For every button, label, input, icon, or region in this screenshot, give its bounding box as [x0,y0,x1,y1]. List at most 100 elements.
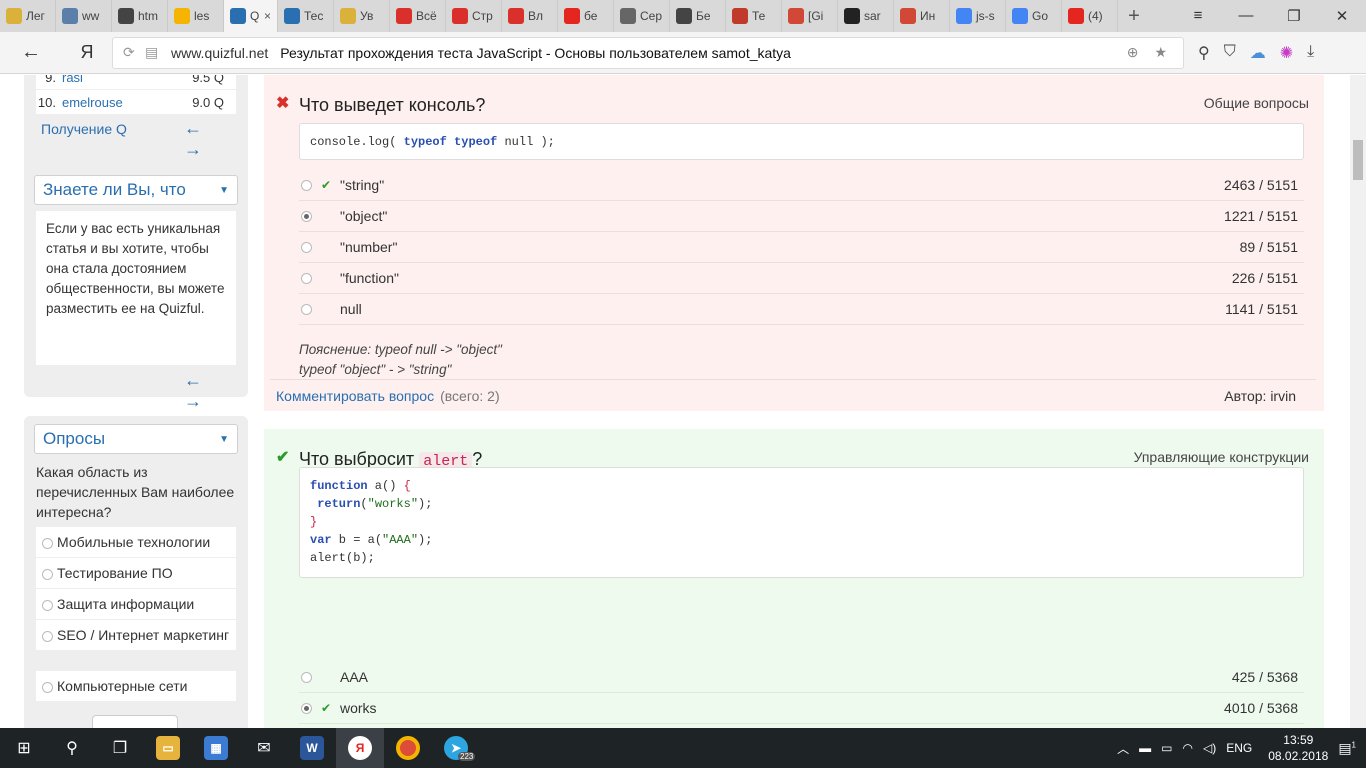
rank-user-link[interactable]: emelrouse [62,95,192,110]
chevron-down-icon[interactable]: ▼ [219,434,229,445]
browser-tab[interactable]: les [168,0,224,32]
did-you-know-header[interactable]: Знаете ли Вы, что ▼ [34,175,238,205]
browser-tab[interactable]: js-s [950,0,1006,32]
radio-icon[interactable] [42,568,53,580]
volume-icon[interactable]: ◁) [1203,741,1216,755]
get-q-link[interactable]: Получение Q [41,121,127,137]
comment-link[interactable]: Комментировать вопрос [276,388,434,404]
tab-label: sar [864,9,881,23]
clock[interactable]: 13:59 08.02.2018 [1268,732,1328,764]
scrollbar[interactable] [1350,75,1366,728]
word-icon[interactable]: W [288,728,336,768]
yandex-logo-icon[interactable]: Я [62,42,112,63]
translate-icon [1012,8,1028,24]
url-field[interactable]: ⟳ ▤ www.quizful.net Результат прохождени… [112,36,1184,69]
browser-tab[interactable]: htm [112,0,168,32]
wifi-icon[interactable]: ◠ [1183,741,1193,755]
bulb-icon[interactable]: ⚲ [1198,43,1210,63]
browser-tab[interactable]: Всё [390,0,446,32]
poll-option[interactable]: Компьютерные сети [36,671,236,701]
radio-icon[interactable] [42,681,53,693]
translate-icon[interactable]: ⊕ [1127,44,1139,61]
question-category[interactable]: Управляющие конструкции [1134,449,1309,465]
question-code: function a() { return("works"); } var b … [299,467,1304,578]
search-icon[interactable]: ⚲ [48,728,96,768]
answer-row: null 1141 / 5151 [299,294,1304,325]
browser-tab[interactable]: Q × [224,0,278,32]
browser-tab[interactable]: Бе [670,0,726,32]
tab-list: Лег ww htm les Q × Тес Ув Всё Стр Вл бе Сер Бе Те [Gi sa… [0,0,1118,32]
rank-number: 10. [37,94,56,110]
network-drive-icon[interactable]: ▬ [1139,741,1151,755]
rank-number: 9. [45,75,56,85]
mail-icon[interactable]: ✉ [240,728,288,768]
restore-icon[interactable]: ❐ [1270,7,1318,25]
battery-icon[interactable]: ▭ [1161,741,1172,755]
browser-tab[interactable]: Лег [0,0,56,32]
poll-option[interactable]: Тестирование ПО [36,558,236,588]
poll-option[interactable]: Мобильные технологии [36,527,236,557]
tab-label: Go [1032,9,1049,23]
pocket-icon[interactable]: ⛉ [1224,43,1236,63]
answer-row: "function" 226 / 5151 [299,263,1304,294]
ranking-nav-arrows[interactable]: ← → [184,118,248,160]
cloud-icon[interactable]: ☁ [1250,43,1266,63]
browser-tab[interactable]: sar [838,0,894,32]
language-indicator[interactable]: ENG [1226,741,1252,755]
browser-tab[interactable]: бе [558,0,614,32]
polls-header[interactable]: Опросы ▼ [34,424,238,454]
poll-option-label: SEO / Интернет маркетинг [57,627,230,643]
radio-icon[interactable] [42,630,53,642]
browser-tab[interactable]: Ув [334,0,390,32]
clock-time: 13:59 [1283,733,1314,747]
browser-tab[interactable]: Стр [446,0,502,32]
browser-tab[interactable]: Тес [278,0,334,32]
chevron-down-icon[interactable]: ▼ [219,185,229,196]
chevron-up-icon[interactable]: ︿ [1117,740,1129,757]
tab-label: Стр [472,9,493,23]
file-explorer-icon[interactable]: ▭ [144,728,192,768]
start-icon[interactable]: ⊞ [0,728,48,768]
browser-tab[interactable]: Ин [894,0,950,32]
address-bar: ← Я ⟳ ▤ www.quizful.net Результат прохож… [0,32,1366,74]
poll-vote-button[interactable] [92,715,178,728]
did-you-know-nav-arrows[interactable]: ← → [184,370,248,412]
menu-icon[interactable]: ≡ [1174,7,1222,25]
store-icon[interactable]: ▦ [192,728,240,768]
minimize-icon[interactable]: — [1222,7,1270,25]
browser-tab[interactable]: Go [1006,0,1062,32]
telegram-icon[interactable]: ➤ 223 [432,728,480,768]
polls-title: Опросы [43,429,106,448]
browser-tab[interactable]: [Gi [782,0,838,32]
poll-option[interactable]: Защита информации [36,589,236,619]
answer-count: 2463 / 5151 [1224,177,1298,193]
browser-tab[interactable]: ww [56,0,112,32]
radio-icon [301,179,312,191]
browser-tab[interactable]: Те [726,0,782,32]
back-arrow-icon[interactable]: ← [0,41,62,64]
radio-icon[interactable] [42,537,53,549]
chrome-icon[interactable] [384,728,432,768]
browser-tab[interactable]: Сер [614,0,670,32]
browser-tab[interactable]: (4) [1062,0,1118,32]
poll-option[interactable]: SEO / Интернет маркетинг [36,620,236,650]
tab-label: ww [82,9,100,23]
download-icon[interactable]: ⤓ [1307,43,1314,63]
close-window-icon[interactable]: ✕ [1318,7,1366,25]
yandex-browser-icon[interactable]: Я [336,728,384,768]
site-info-icon[interactable]: ▤ [145,44,167,61]
video-icon [508,8,524,24]
question-category[interactable]: Общие вопросы [1204,95,1309,111]
tab-label: Тес [304,9,324,23]
tab-close-icon[interactable]: × [264,9,271,23]
color-wheel-icon[interactable]: ✺ [1280,43,1293,63]
task-view-icon[interactable]: ❐ [96,728,144,768]
star-icon[interactable]: ★ [1154,44,1167,61]
radio-icon[interactable] [42,599,53,611]
new-tab-button[interactable]: + [1118,5,1150,28]
browser-tab[interactable]: Вл [502,0,558,32]
rank-user-link[interactable]: rasl [62,75,192,85]
reload-icon[interactable]: ⟳ [123,44,145,61]
notifications-icon[interactable]: ▤1 [1338,740,1356,757]
scrollbar-thumb[interactable] [1353,140,1363,180]
